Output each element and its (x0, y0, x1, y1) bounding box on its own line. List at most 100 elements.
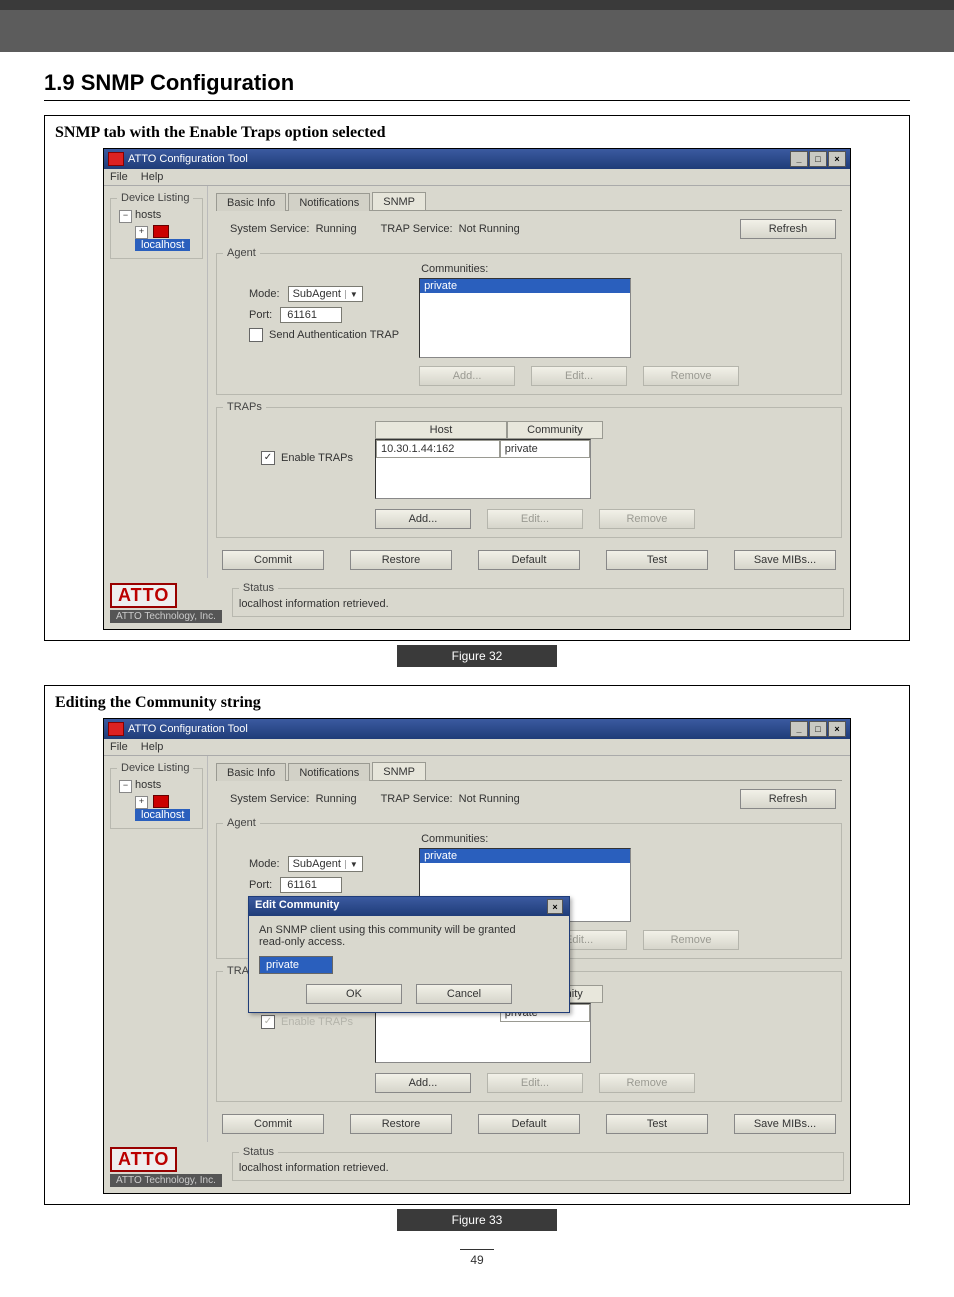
traps-remove-button[interactable]: Remove (599, 509, 695, 529)
menu-bar[interactable]: File Help (104, 169, 850, 186)
agent-legend: Agent (223, 247, 260, 259)
atto-logo: ATTO (110, 583, 177, 608)
port-input[interactable]: 61161 (280, 877, 342, 893)
host-icon (153, 795, 169, 808)
device-listing-legend: Device Listing (117, 192, 193, 204)
max-button[interactable]: □ (809, 151, 827, 167)
tab-notifications[interactable]: Notifications (288, 763, 370, 781)
enable-traps-checkbox[interactable]: ✓ (261, 1015, 275, 1029)
trap-service-label: TRAP Service: (381, 793, 453, 805)
dialog-message-2: read-only access. (259, 936, 559, 948)
dialog-close-button[interactable]: × (547, 899, 563, 914)
menu-bar[interactable]: File Help (104, 739, 850, 756)
comm-edit-button[interactable]: Edit... (531, 366, 627, 386)
tab-snmp[interactable]: SNMP (372, 192, 426, 210)
close-button[interactable]: × (828, 721, 846, 737)
dialog-ok-button[interactable]: OK (306, 984, 402, 1004)
menu-file[interactable]: File (110, 171, 128, 183)
comm-remove-button[interactable]: Remove (643, 930, 739, 950)
enable-traps-checkbox[interactable]: ✓ (261, 451, 275, 465)
traps-table[interactable]: 10.30.1.44:162 private (375, 439, 591, 499)
expander-plus-icon[interactable]: + (135, 226, 148, 239)
list-item[interactable]: private (420, 279, 630, 293)
device-listing-legend: Device Listing (117, 762, 193, 774)
refresh-button[interactable]: Refresh (740, 219, 836, 239)
tab-basic-info[interactable]: Basic Info (216, 193, 286, 211)
max-button[interactable]: □ (809, 721, 827, 737)
mode-select[interactable]: SubAgent▼ (288, 856, 363, 872)
host-icon (153, 225, 169, 238)
min-button[interactable]: _ (790, 151, 808, 167)
port-label: Port: (249, 879, 272, 891)
tab-snmp[interactable]: SNMP (372, 762, 426, 780)
trap-service-value: Not Running (459, 223, 520, 235)
app-icon (108, 722, 124, 736)
default-button[interactable]: Default (478, 550, 580, 570)
communities-listbox[interactable]: private (419, 278, 631, 358)
figure-label-1: Figure 32 (397, 645, 557, 667)
min-button[interactable]: _ (790, 721, 808, 737)
tree-node[interactable]: +localhost (117, 794, 196, 822)
table-row[interactable]: 10.30.1.44:162 private (376, 440, 590, 458)
tree-node[interactable]: +localhost (117, 224, 196, 252)
titlebar[interactable]: ATTO Configuration Tool _ □ × (104, 719, 850, 739)
menu-help[interactable]: Help (141, 741, 164, 753)
commit-button[interactable]: Commit (222, 550, 324, 570)
tab-strip: Basic Info Notifications SNMP (216, 192, 842, 211)
tab-strip: Basic Info Notifications SNMP (216, 762, 842, 781)
comm-remove-button[interactable]: Remove (643, 366, 739, 386)
menu-file[interactable]: File (110, 741, 128, 753)
device-listing-panel: Device Listing −hosts +localhost (110, 762, 203, 829)
expander-minus-icon[interactable]: − (119, 210, 132, 223)
traps-cell-host: 10.30.1.44:162 (376, 440, 500, 458)
status-panel: Status localhost information retrieved. (232, 582, 844, 617)
sys-service-value: Running (316, 793, 357, 805)
atto-logo-sub: ATTO Technology, Inc. (110, 610, 222, 623)
save-mibs-button[interactable]: Save MIBs... (734, 1114, 836, 1134)
refresh-button[interactable]: Refresh (740, 789, 836, 809)
traps-col-community: Community (507, 421, 603, 439)
expander-plus-icon[interactable]: + (135, 796, 148, 809)
default-button[interactable]: Default (478, 1114, 580, 1134)
tree-root[interactable]: −hosts (117, 778, 196, 794)
titlebar[interactable]: ATTO Configuration Tool _ □ × (104, 149, 850, 169)
dropdown-icon: ▼ (345, 290, 358, 299)
commit-button[interactable]: Commit (222, 1114, 324, 1134)
traps-col-host: Host (375, 421, 507, 439)
dialog-message-1: An SNMP client using this community will… (259, 924, 559, 936)
status-message: localhost information retrieved. (239, 1162, 837, 1174)
test-button[interactable]: Test (606, 550, 708, 570)
save-mibs-button[interactable]: Save MIBs... (734, 550, 836, 570)
dialog-cancel-button[interactable]: Cancel (416, 984, 512, 1004)
traps-edit-button[interactable]: Edit... (487, 1073, 583, 1093)
close-button[interactable]: × (828, 151, 846, 167)
traps-add-button[interactable]: Add... (375, 1073, 471, 1093)
mode-select[interactable]: SubAgent▼ (288, 286, 363, 302)
tab-basic-info[interactable]: Basic Info (216, 763, 286, 781)
list-item[interactable]: private (420, 849, 630, 863)
tree-root[interactable]: −hosts (117, 208, 196, 224)
menu-help[interactable]: Help (141, 171, 164, 183)
window-title: ATTO Configuration Tool (128, 153, 248, 165)
restore-button[interactable]: Restore (350, 1114, 452, 1134)
restore-button[interactable]: Restore (350, 550, 452, 570)
page-footer: 49 (44, 1249, 910, 1267)
traps-add-button[interactable]: Add... (375, 509, 471, 529)
expander-minus-icon[interactable]: − (119, 780, 132, 793)
comm-add-button[interactable]: Add... (419, 366, 515, 386)
dialog-titlebar[interactable]: Edit Community × (249, 897, 569, 916)
doc-header-bar (0, 0, 954, 52)
tab-notifications[interactable]: Notifications (288, 193, 370, 211)
community-input[interactable]: private (259, 956, 333, 974)
test-button[interactable]: Test (606, 1114, 708, 1134)
port-input[interactable]: 61161 (280, 307, 342, 323)
sys-service-label: System Service: (230, 793, 309, 805)
traps-edit-button[interactable]: Edit... (487, 509, 583, 529)
sys-service-value: Running (316, 223, 357, 235)
enable-traps-label-ghost: Enable TRAPs (281, 1016, 353, 1028)
traps-remove-button[interactable]: Remove (599, 1073, 695, 1093)
app-window-2: ATTO Configuration Tool _ □ × File Help (103, 718, 851, 1194)
port-label: Port: (249, 309, 272, 321)
app-icon (108, 152, 124, 166)
send-auth-checkbox[interactable] (249, 328, 263, 342)
